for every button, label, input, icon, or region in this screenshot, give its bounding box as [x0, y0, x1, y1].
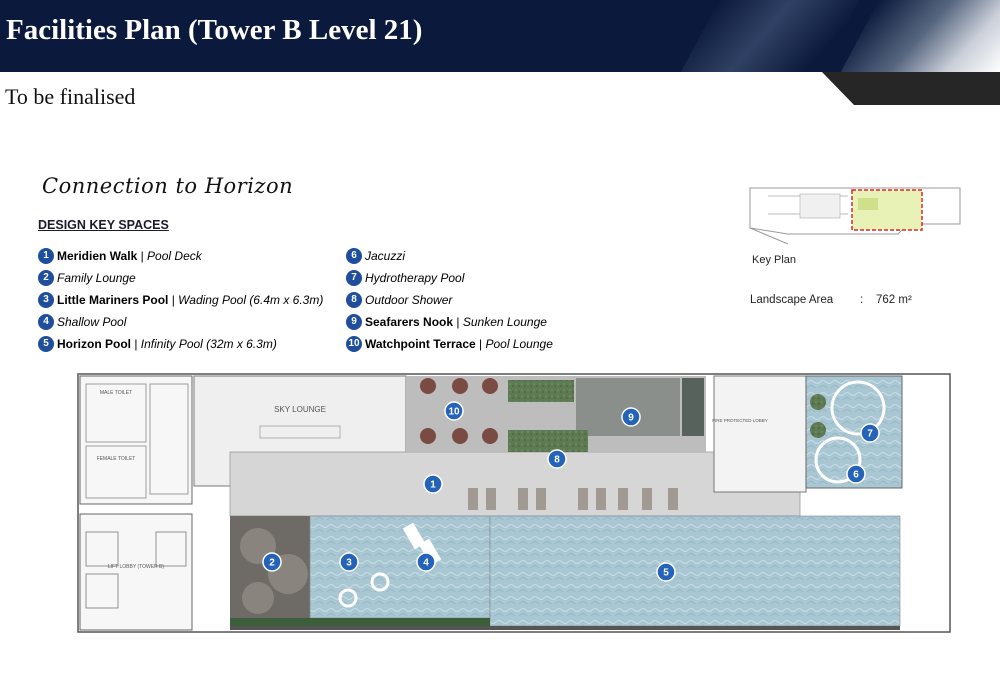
svg-text:1: 1 — [430, 480, 436, 491]
legend-space-name: Meridien Walk — [57, 249, 138, 263]
legend-space-name: Seafarers Nook — [365, 315, 454, 329]
legend-separator: | — [168, 293, 179, 307]
legend-space-type: Outdoor Shower — [365, 293, 453, 307]
title-bar: Facilities Plan (Tower B Level 21) — [0, 0, 1000, 72]
subtitle: To be finalised — [5, 84, 136, 109]
page-title: Facilities Plan (Tower B Level 21) — [6, 14, 423, 46]
legend-space-type: Pool Deck — [147, 249, 202, 263]
legend-item-9: 9 Seafarers Nook | Sunken Lounge — [346, 313, 547, 331]
legend-item-1: 1 Meridien Walk | Pool Deck — [38, 247, 202, 265]
legend-number-badge: 2 — [38, 270, 54, 286]
legend-space-name: Little Mariners Pool — [57, 293, 169, 307]
plan-marker-9: 9 — [621, 407, 641, 427]
lift-lobby-label: LIFT LOBBY (TOWER B) — [108, 564, 164, 570]
svg-text:9: 9 — [628, 413, 634, 424]
corner-decoration — [822, 72, 1000, 105]
plan-marker-3: 3 — [339, 552, 359, 572]
plan-marker-6: 6 — [846, 464, 866, 484]
legend-space-type: Wading Pool (6.4m x 6.3m) — [178, 293, 324, 307]
legend-space-type: Jacuzzi — [365, 249, 406, 263]
legend-item-4: 4 Shallow Pool — [38, 313, 126, 331]
legend-space-name: Horizon Pool — [57, 337, 131, 351]
legend-space-type: Sunken Lounge — [462, 315, 547, 329]
legend-separator: | — [475, 337, 486, 351]
legend-space-name: Watchpoint Terrace — [365, 337, 476, 351]
legend-number-badge: 3 — [38, 292, 54, 308]
legend-number-badge: 9 — [346, 314, 362, 330]
legend-number-badge: 8 — [346, 292, 362, 308]
svg-text:7: 7 — [867, 429, 873, 440]
header-accent — [680, 0, 860, 72]
plan-marker-5: 5 — [656, 562, 676, 582]
legend-space-type: Hydrotherapy Pool — [365, 271, 465, 285]
legend-space-type: Family Lounge — [57, 271, 136, 285]
floor-plan: MALE TOILET FEMALE TOILET LIFT LOBBY (TO… — [77, 373, 951, 633]
plan-title: Connection to Horizon — [42, 174, 294, 198]
header-accent-light — [840, 0, 1000, 72]
legend-separator: | — [137, 249, 148, 263]
plan-marker-4: 4 — [416, 552, 436, 572]
legend-space-type: Pool Lounge — [485, 337, 553, 351]
svg-text:10: 10 — [448, 407, 460, 418]
sky-lounge-label: SKY LOUNGE — [274, 405, 326, 414]
legend-item-6: 6 Jacuzzi — [346, 247, 405, 265]
landscape-area-value: 762 m² — [876, 294, 912, 306]
landscape-area-separator: : — [860, 294, 864, 306]
svg-text:6: 6 — [853, 470, 859, 481]
legend-item-3: 3 Little Mariners Pool | Wading Pool (6.4… — [38, 291, 323, 309]
legend-number-badge: 7 — [346, 270, 362, 286]
svg-text:2: 2 — [269, 558, 275, 569]
legend-number-badge: 5 — [38, 336, 54, 352]
legend-number-badge: 4 — [38, 314, 54, 330]
female-toilet-label: FEMALE TOILET — [97, 456, 136, 462]
legend-item-2: 2 Family Lounge — [38, 269, 136, 287]
male-toilet-label: MALE TOILET — [100, 390, 132, 396]
legend-item-10: 10 Watchpoint Terrace | Pool Lounge — [346, 335, 553, 353]
legend-space-type: Infinity Pool (32m x 6.3m) — [140, 337, 277, 351]
svg-text:3: 3 — [346, 558, 352, 569]
plan-marker-2: 2 — [262, 552, 282, 572]
key-plan-label: Key Plan — [752, 254, 797, 266]
plan-marker-8: 8 — [547, 449, 567, 469]
svg-text:4: 4 — [423, 558, 429, 569]
design-key-heading: DESIGN KEY SPACES — [38, 218, 169, 232]
legend-item-8: 8 Outdoor Shower — [346, 291, 452, 309]
legend-separator: | — [131, 337, 141, 351]
plan-marker-7: 7 — [860, 423, 880, 443]
fire-lobby-label: FIRE PROTECTED LOBBY — [712, 418, 768, 423]
plan-marker-10: 10 — [444, 401, 464, 421]
landscape-area-label: Landscape Area — [750, 294, 834, 306]
legend-item-7: 7 Hydrotherapy Pool — [346, 269, 464, 287]
legend-separator: | — [453, 315, 463, 329]
legend-space-type: Shallow Pool — [57, 315, 127, 329]
legend-number-badge: 6 — [346, 248, 362, 264]
svg-text:8: 8 — [554, 455, 560, 466]
plan-marker-1: 1 — [423, 474, 443, 494]
key-plan-diagram — [749, 187, 961, 245]
legend-number-badge: 10 — [346, 336, 362, 352]
legend-number-badge: 1 — [38, 248, 54, 264]
svg-text:5: 5 — [663, 568, 669, 579]
legend-item-5: 5 Horizon Pool | Infinity Pool (32m x 6.3… — [38, 335, 277, 353]
